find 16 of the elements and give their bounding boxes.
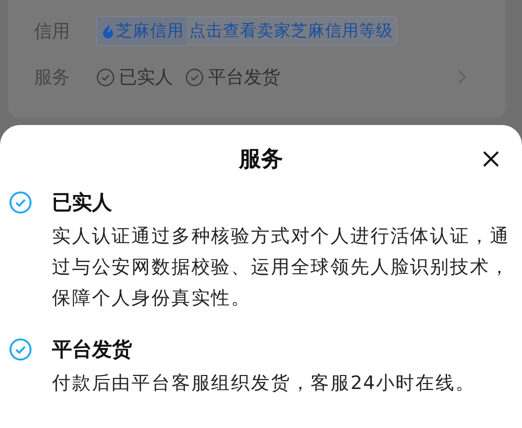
service-description: 实人认证通过多种核验方式对个人进行活体认证，通过与公安网数据校验、运用全球领先人脸识别技术，保障个人身份真实性。 — [52, 225, 510, 311]
service-tag: 平台发货 — [208, 65, 280, 89]
credit-link[interactable]: 芝麻信用 点击查看卖家芝麻信用等级 — [96, 16, 397, 46]
check-circle-icon — [9, 338, 32, 360]
close-icon[interactable] — [483, 151, 499, 167]
check-circle-icon — [9, 190, 32, 214]
badge-text: 芝麻信用 — [116, 20, 184, 42]
link-text: 点击查看卖家芝麻信用等级 — [188, 20, 394, 42]
service-title: 平台发货 — [52, 336, 132, 362]
sheet-title: 服务 — [239, 146, 283, 174]
check-circle-icon — [96, 68, 115, 86]
flame-icon — [102, 23, 114, 39]
service-tag: 已实人 — [119, 65, 173, 89]
service-description: 付款后由平台客服组织发货，客服24小时在线。 — [52, 372, 476, 396]
check-circle-icon — [185, 68, 204, 86]
service-title: 已实人 — [52, 188, 112, 216]
